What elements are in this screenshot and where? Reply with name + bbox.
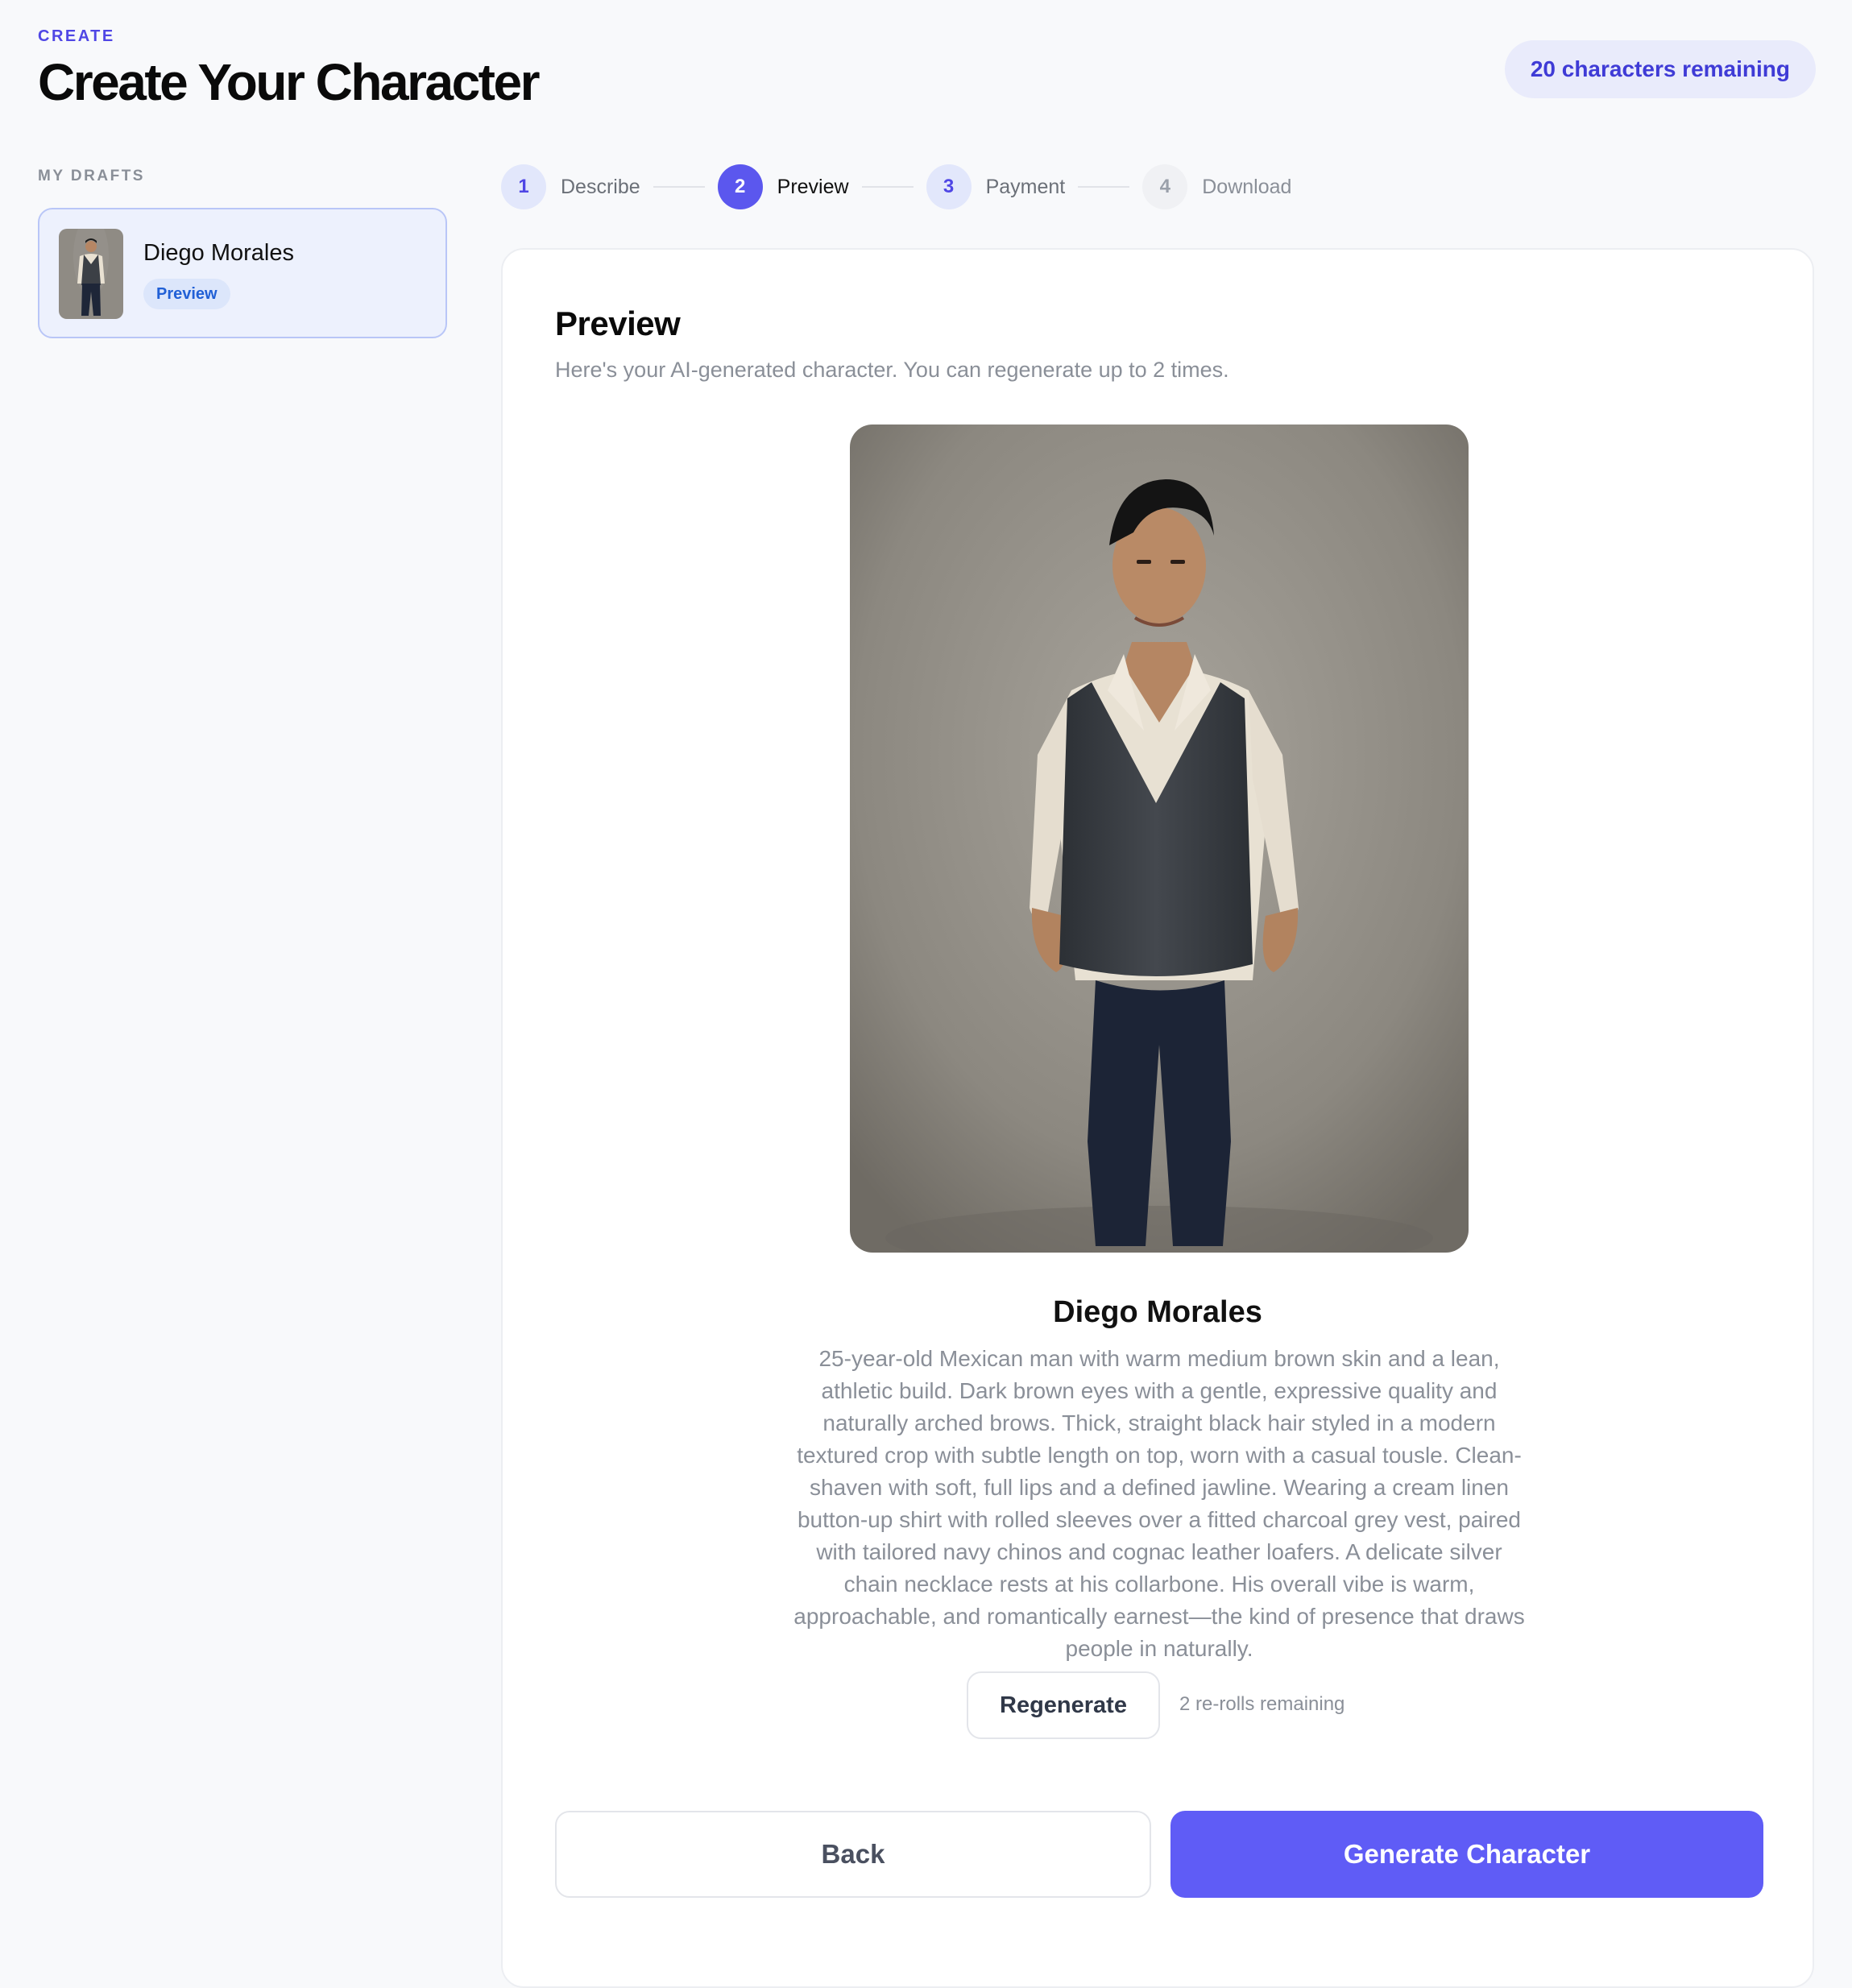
step-download[interactable]: 4 Download: [1142, 164, 1291, 209]
step-connector: [653, 186, 705, 188]
draft-thumbnail: [59, 229, 123, 319]
draft-card[interactable]: Diego Morales Preview: [38, 208, 447, 338]
preview-card: Preview Here's your AI-generated charact…: [501, 248, 1814, 1988]
page-title: Create Your Character: [38, 53, 540, 111]
step-number: 2: [717, 164, 763, 209]
step-number: 1: [501, 164, 546, 209]
draft-name: Diego Morales: [143, 240, 294, 266]
drafts-label: MY DRAFTS: [38, 168, 145, 184]
step-label: Describe: [561, 175, 640, 198]
generate-character-button[interactable]: Generate Character: [1170, 1811, 1763, 1898]
character-portrait: [850, 425, 1469, 1253]
section-title: Preview: [555, 304, 681, 342]
step-label: Payment: [985, 175, 1066, 198]
step-connector: [1078, 186, 1130, 188]
regenerate-button[interactable]: Regenerate: [967, 1671, 1160, 1739]
back-button[interactable]: Back: [555, 1811, 1151, 1898]
character-name: Diego Morales: [1053, 1295, 1262, 1329]
page-eyebrow: CREATE: [38, 27, 115, 45]
step-connector: [861, 186, 914, 188]
step-number: 3: [926, 164, 972, 209]
draft-status-badge: Preview: [143, 279, 230, 309]
step-describe[interactable]: 1 Describe: [501, 164, 640, 209]
step-number: 4: [1142, 164, 1188, 209]
step-payment[interactable]: 3 Payment: [926, 164, 1066, 209]
step-preview[interactable]: 2 Preview: [717, 164, 849, 209]
characters-remaining-badge: 20 characters remaining: [1504, 40, 1816, 98]
section-subtitle: Here's your AI-generated character. You …: [555, 358, 1229, 382]
rerolls-remaining: 2 re-rolls remaining: [1179, 1693, 1345, 1715]
character-description: 25-year-old Mexican man with warm medium…: [793, 1346, 1525, 1661]
step-label: Preview: [777, 175, 849, 198]
step-label: Download: [1202, 175, 1292, 198]
progress-stepper: 1 Describe 2 Preview 3 Payment 4 Downloa…: [501, 164, 1291, 209]
